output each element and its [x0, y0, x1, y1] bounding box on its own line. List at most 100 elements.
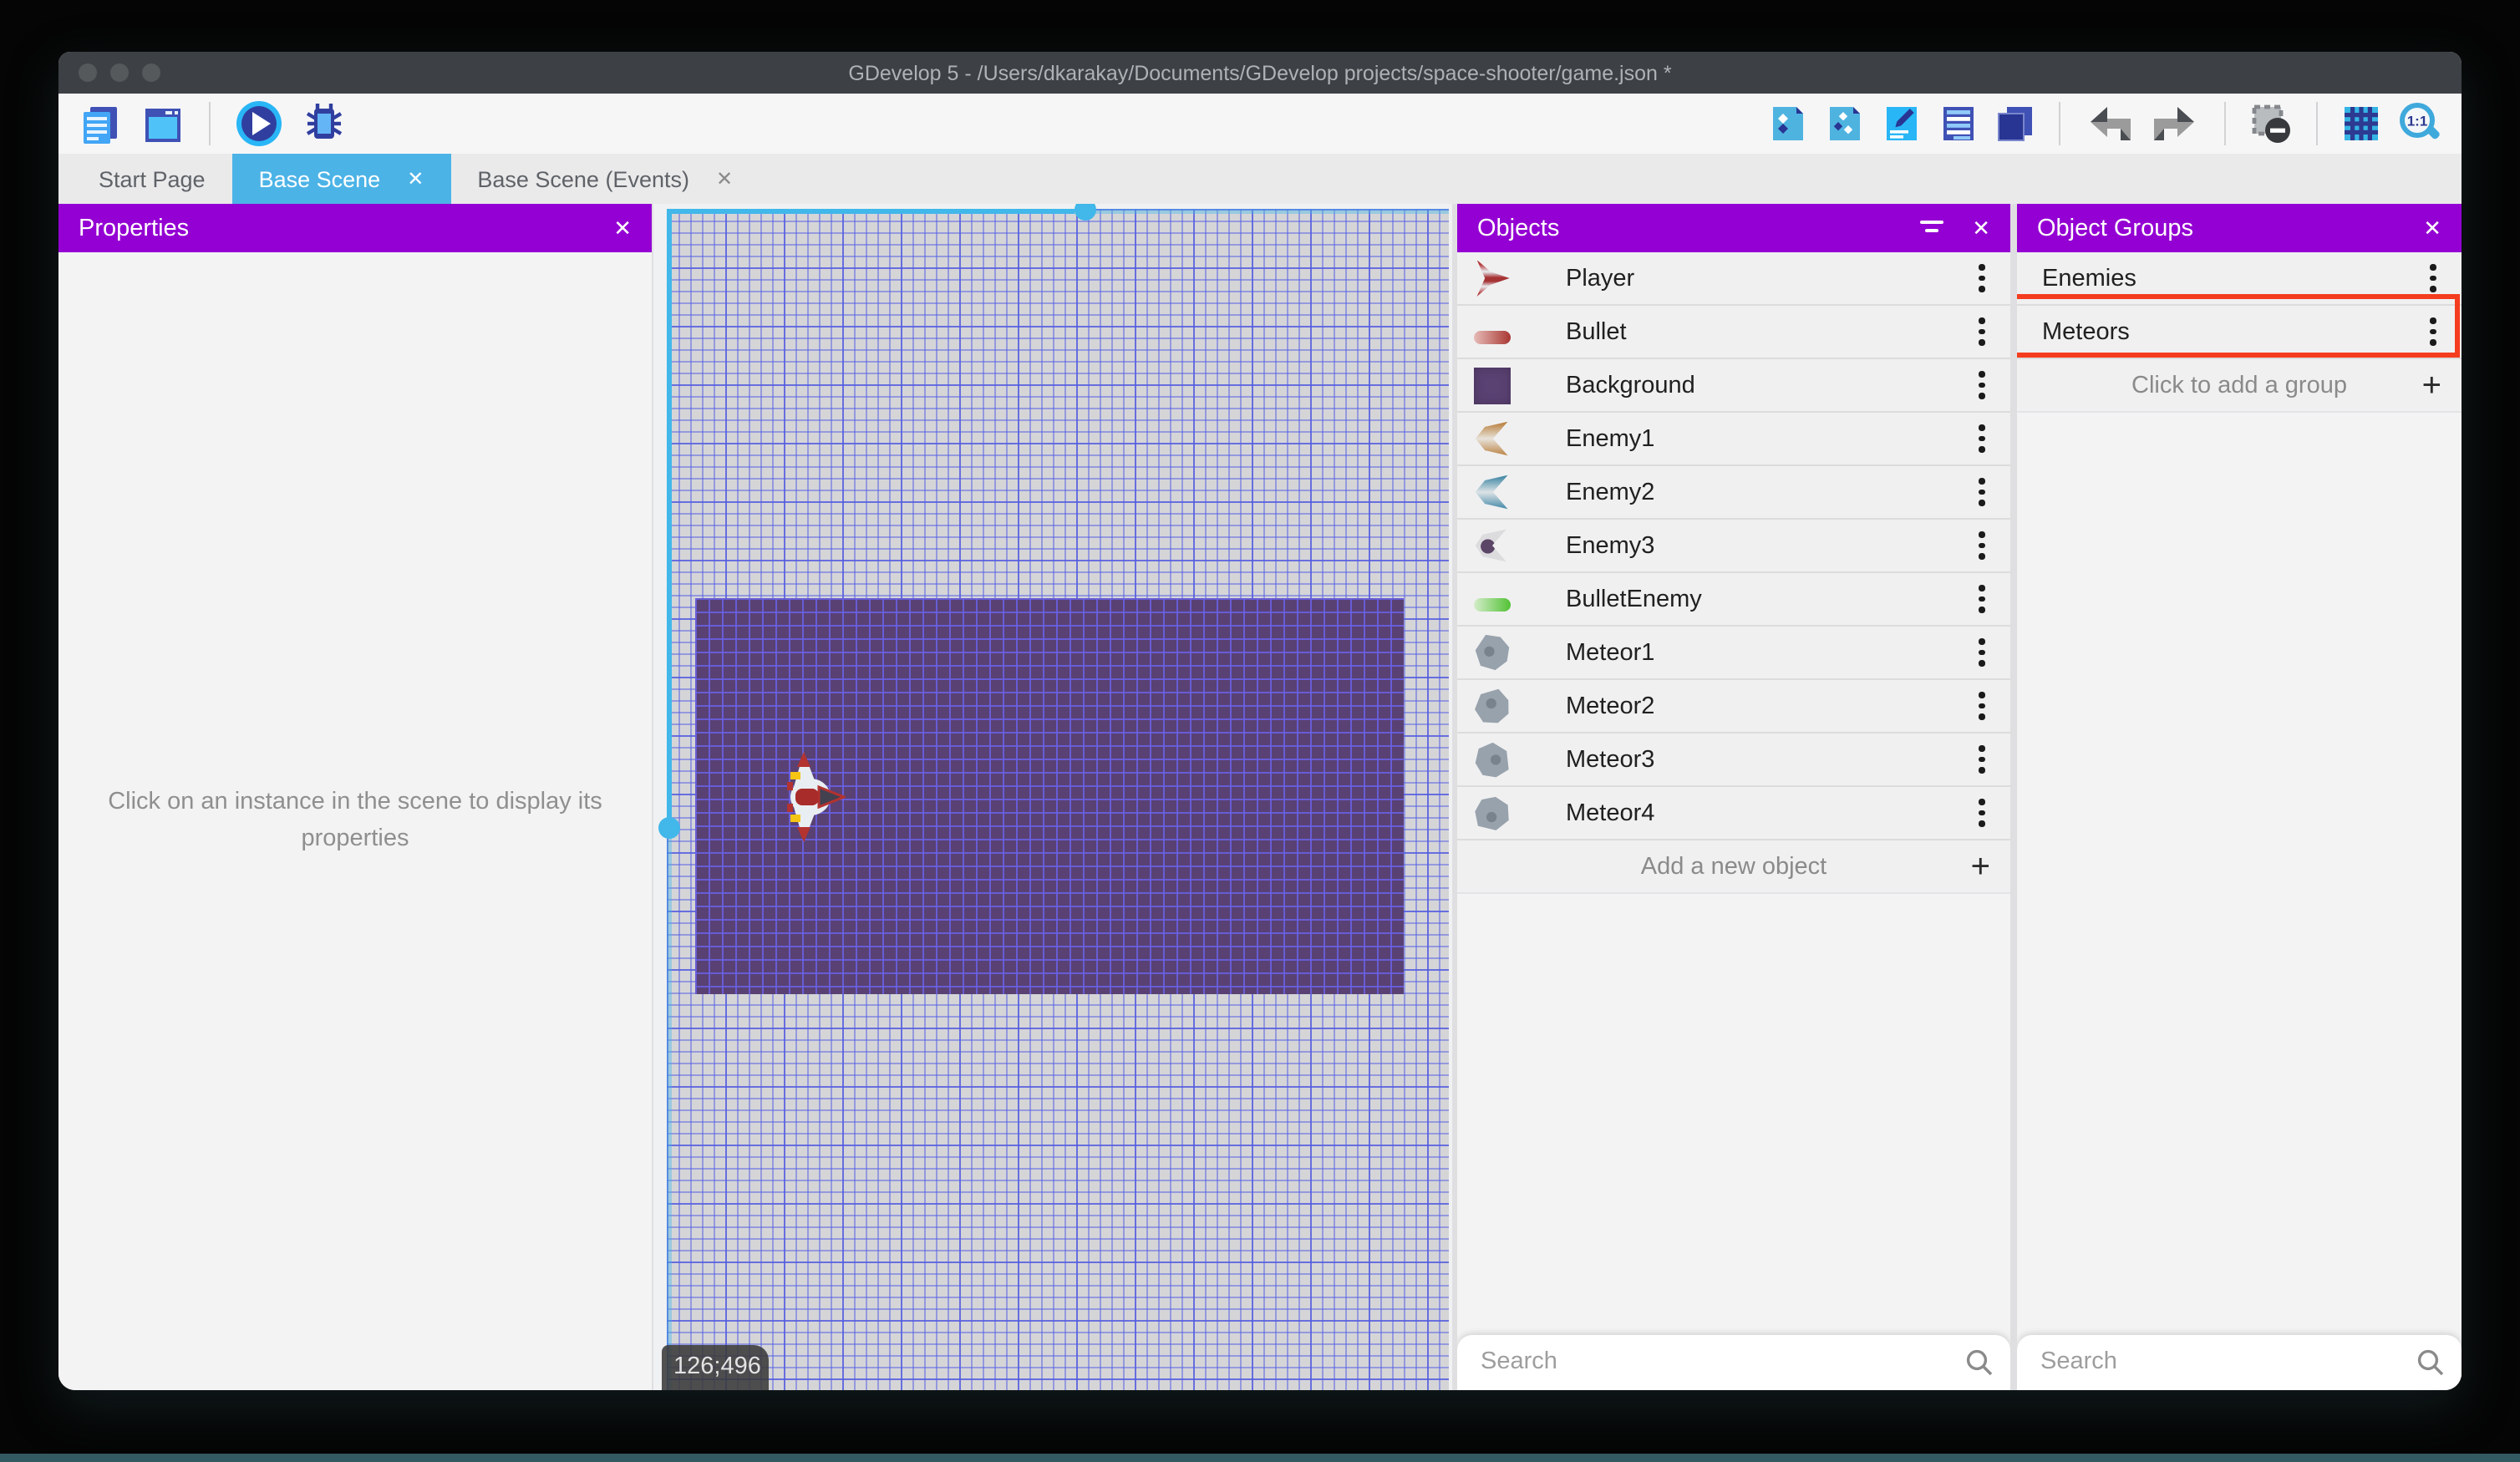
add-object-label: Add a new object: [1640, 853, 1827, 880]
toolbar-separator: [2224, 102, 2226, 145]
object-name: Enemy1: [1566, 425, 1655, 452]
toolbar-separator: [2316, 102, 2318, 145]
window-title: GDevelop 5 - /Users/dkarakay/Documents/G…: [848, 62, 1672, 85]
object-thumbnail-icon: [1475, 634, 1510, 671]
project-manager-icon[interactable]: [79, 101, 124, 146]
scene-grid[interactable]: [658, 204, 1449, 1390]
object-row[interactable]: BulletEnemy: [1457, 573, 2010, 627]
object-menu-icon[interactable]: [1970, 420, 1994, 457]
layers-panel-icon[interactable]: [1995, 104, 2035, 144]
object-menu-icon[interactable]: [1970, 474, 1994, 510]
toggle-window-mask-icon[interactable]: [2249, 102, 2293, 145]
objects-panel: Objects ✕ Player Bullet Background Enemy…: [1457, 204, 2010, 1390]
tab-base-scene[interactable]: Base Scene ✕: [231, 154, 451, 204]
object-menu-icon[interactable]: [1970, 741, 1994, 778]
selection-resize-handle-left[interactable]: [658, 817, 680, 839]
object-name: Player: [1566, 265, 1635, 292]
object-menu-icon[interactable]: [1970, 581, 1994, 617]
close-tab-icon[interactable]: ✕: [716, 167, 733, 190]
groups-search-input[interactable]: [2037, 1342, 2401, 1382]
toolbar-left-group: [79, 99, 348, 149]
tab-label: Base Scene (Events): [477, 166, 689, 191]
object-thumbnail-icon: [1474, 598, 1511, 612]
object-menu-icon[interactable]: [1970, 688, 1994, 724]
object-name: Meteor1: [1566, 639, 1655, 666]
add-group-row[interactable]: Click to add a group +: [2017, 359, 2462, 413]
panel-title: Properties: [79, 215, 190, 241]
properties-empty-message: Click on an instance in the scene to dis…: [108, 789, 602, 851]
toggle-grid-icon[interactable]: [2341, 104, 2381, 144]
object-row[interactable]: Player: [1457, 252, 2010, 306]
object-row[interactable]: Meteor4: [1457, 787, 2010, 840]
close-panel-icon[interactable]: ✕: [2423, 215, 2441, 241]
gdevelop-window: GDevelop 5 - /Users/dkarakay/Documents/G…: [58, 52, 2462, 1390]
add-object-row[interactable]: Add a new object +: [1457, 840, 2010, 894]
selection-border-top: [667, 209, 1075, 214]
object-groups-panel: Object Groups ✕ Enemies Meteors Click to…: [2017, 204, 2462, 1390]
object-thumbnail-icon: [1475, 421, 1508, 456]
object-row[interactable]: Background: [1457, 359, 2010, 413]
desktop-background-strip: [0, 1454, 2520, 1462]
player-ship-instance[interactable]: [785, 750, 846, 844]
toolbar-separator: [209, 102, 211, 145]
object-menu-icon[interactable]: [1970, 260, 1994, 297]
objects-search-input[interactable]: [1477, 1342, 1950, 1382]
groups-search-bar: [2017, 1335, 2462, 1390]
tab-label: Base Scene: [258, 166, 381, 191]
object-menu-icon[interactable]: [1970, 527, 1994, 564]
tab-start-page[interactable]: Start Page: [72, 154, 232, 204]
selection-resize-handle-top[interactable]: [1075, 204, 1096, 221]
object-group-row[interactable]: Meteors: [2017, 306, 2462, 359]
object-menu-icon[interactable]: [1970, 313, 1994, 350]
object-row[interactable]: Meteor1: [1457, 627, 2010, 680]
object-menu-icon[interactable]: [1970, 634, 1994, 671]
object-thumbnail-icon: [1474, 331, 1511, 344]
close-panel-icon[interactable]: ✕: [1972, 215, 1990, 241]
selection-border-left: [667, 209, 672, 827]
object-thumbnail-icon: [1466, 734, 1518, 785]
object-row[interactable]: Enemy2: [1457, 466, 2010, 520]
scene-window-icon[interactable]: [140, 101, 185, 146]
plus-icon[interactable]: +: [1971, 850, 1990, 883]
redo-icon[interactable]: [2151, 100, 2201, 147]
object-row[interactable]: Enemy1: [1457, 413, 2010, 466]
properties-panel-icon[interactable]: [1882, 104, 1922, 144]
object-row[interactable]: Bullet: [1457, 306, 2010, 359]
properties-panel-header: Properties ✕: [58, 204, 652, 252]
object-name: Meteor2: [1566, 693, 1655, 719]
filter-icon[interactable]: [1920, 220, 1943, 236]
objects-panel-header: Objects ✕: [1457, 204, 2010, 252]
plus-icon[interactable]: +: [2422, 368, 2441, 402]
object-name: Enemy3: [1566, 532, 1655, 559]
titlebar: GDevelop 5 - /Users/dkarakay/Documents/G…: [58, 52, 2462, 94]
toolbar-right-group: 1:1: [1768, 100, 2441, 147]
object-menu-icon[interactable]: [1970, 794, 1994, 831]
instances-list-icon[interactable]: [1938, 104, 1979, 144]
object-row[interactable]: Meteor2: [1457, 680, 2010, 734]
group-menu-icon[interactable]: [2421, 260, 2445, 297]
game-background-instance[interactable]: [695, 598, 1404, 994]
search-icon: [1966, 1349, 1993, 1376]
play-icon[interactable]: [234, 99, 284, 149]
object-thumbnail-icon: [1475, 529, 1506, 562]
zoom-1-1-icon[interactable]: 1:1: [2398, 102, 2441, 145]
object-thumbnail-icon: [1476, 260, 1510, 297]
undo-icon[interactable]: [2084, 100, 2134, 147]
object-row[interactable]: Meteor3: [1457, 734, 2010, 787]
object-name: BulletEnemy: [1566, 586, 1702, 612]
tab-base-scene-events[interactable]: Base Scene (Events) ✕: [450, 154, 760, 204]
debug-icon[interactable]: [301, 100, 348, 147]
objects-panel-icon[interactable]: [1768, 104, 1808, 144]
panel-title: Object Groups: [2037, 215, 2193, 241]
object-group-row[interactable]: Enemies: [2017, 252, 2462, 306]
add-group-label: Click to add a group: [2131, 372, 2347, 398]
object-groups-panel-icon[interactable]: [1825, 104, 1865, 144]
object-row[interactable]: Enemy3: [1457, 520, 2010, 573]
close-panel-icon[interactable]: ✕: [613, 215, 632, 241]
object-menu-icon[interactable]: [1970, 367, 1994, 404]
close-tab-icon[interactable]: ✕: [407, 167, 424, 190]
object-name: Meteor3: [1566, 746, 1655, 773]
screenshot-root: GDevelop 5 - /Users/dkarakay/Documents/G…: [0, 0, 2520, 1462]
scene-editor-canvas[interactable]: 126;496: [653, 204, 1452, 1390]
group-menu-icon[interactable]: [2421, 313, 2445, 350]
